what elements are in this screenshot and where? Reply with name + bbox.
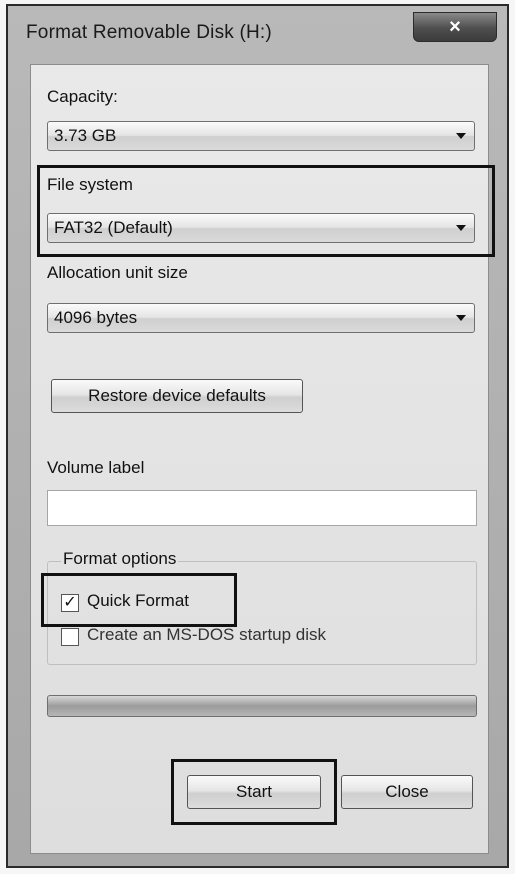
msdos-startup-label: Create an MS-DOS startup disk — [87, 625, 327, 644]
capacity-label: Capacity: — [47, 87, 118, 106]
chevron-down-icon — [456, 315, 466, 321]
dialog-body: Capacity: 3.73 GB File system FAT32 (Def… — [30, 64, 495, 854]
format-options-legend: Format options — [61, 549, 179, 569]
close-icon: × — [449, 15, 461, 38]
chevron-down-icon — [456, 225, 466, 231]
msdos-startup-checkbox[interactable] — [61, 628, 79, 646]
quick-format-label: Quick Format — [87, 591, 190, 610]
close-button[interactable]: Close — [341, 775, 473, 809]
capacity-value: 3.73 GB — [54, 126, 117, 145]
format-options-group — [47, 561, 477, 665]
allocation-dropdown[interactable]: 4096 bytes — [47, 303, 475, 333]
window-close-button[interactable]: × — [413, 12, 497, 42]
start-button[interactable]: Start — [187, 775, 321, 809]
window-title: Format Removable Disk (H:) — [26, 22, 272, 43]
file-system-value: FAT32 (Default) — [54, 218, 173, 237]
restore-defaults-button[interactable]: Restore device defaults — [51, 379, 303, 413]
checkmark-icon: ✓ — [63, 594, 77, 611]
quick-format-checkbox[interactable]: ✓ — [61, 594, 79, 612]
volume-label-input[interactable] — [47, 490, 477, 526]
allocation-value: 4096 bytes — [54, 308, 138, 327]
file-system-dropdown[interactable]: FAT32 (Default) — [47, 213, 475, 243]
format-progress-bar — [47, 695, 477, 717]
format-dialog-window: Format Removable Disk (H:) × Capacity: 3… — [6, 4, 509, 868]
allocation-label: Allocation unit size — [47, 263, 188, 282]
volume-label-label: Volume label — [47, 458, 145, 477]
capacity-dropdown[interactable]: 3.73 GB — [47, 121, 475, 151]
chevron-down-icon — [456, 133, 466, 139]
title-bar[interactable]: Format Removable Disk (H:) × — [8, 6, 507, 58]
file-system-label: File system — [47, 175, 133, 194]
